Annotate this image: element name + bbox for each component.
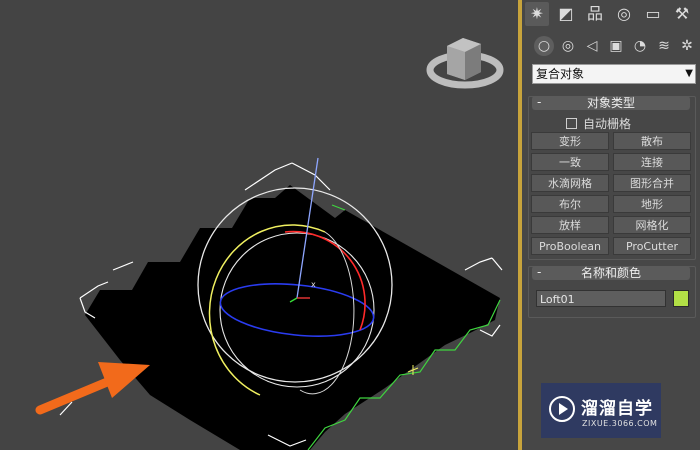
object-type-title: 对象类型 — [586, 96, 635, 110]
object-name-field[interactable]: Loft01 — [536, 290, 666, 307]
loft-button[interactable]: 放样 — [531, 216, 609, 234]
cameras-icon[interactable]: ▣ — [606, 36, 626, 56]
modify-tab[interactable]: ◩ — [554, 2, 578, 26]
geometry-icon[interactable]: ○ — [534, 36, 554, 56]
conform-button[interactable]: 一致 — [531, 153, 609, 171]
space-warps-icon[interactable]: ≋ — [654, 36, 674, 56]
lights-icon[interactable]: ◁ — [582, 36, 602, 56]
perspective-viewport[interactable]: x — [0, 0, 520, 450]
scatter-button[interactable]: 散布 — [613, 132, 691, 150]
orange-arrow-icon — [35, 362, 150, 415]
autogrid-label: 自动栅格 — [583, 117, 632, 131]
create-tab[interactable]: ✷ — [525, 2, 549, 26]
play-logo-icon — [549, 396, 575, 422]
loft-green-edges-2 — [331, 204, 346, 211]
motion-tab[interactable]: ◎ — [612, 2, 636, 26]
watermark-title: 溜溜自学 — [581, 399, 653, 419]
systems-icon[interactable]: ✲ — [677, 36, 697, 56]
shapemerge-button[interactable]: 图形合并 — [613, 174, 691, 192]
procutter-button[interactable]: ProCutter — [613, 237, 691, 255]
category-dropdown[interactable]: 复合对象 ▼ — [532, 64, 696, 84]
mesher-button[interactable]: 网格化 — [613, 216, 691, 234]
shapes-icon[interactable]: ◎ — [558, 36, 578, 56]
boolean-button[interactable]: 布尔 — [531, 195, 609, 213]
svg-text:x: x — [311, 280, 316, 289]
hierarchy-tab[interactable]: 品 — [583, 2, 607, 26]
proboolean-button[interactable]: ProBoolean — [531, 237, 609, 255]
blobmesh-button[interactable]: 水滴网格 — [531, 174, 609, 192]
autogrid-checkbox[interactable]: 自动栅格 — [566, 115, 631, 132]
checkbox-icon — [566, 118, 577, 129]
name-color-title: 名称和颜色 — [580, 266, 641, 280]
display-tab[interactable]: ▭ — [641, 2, 665, 26]
connect-button[interactable]: 连接 — [613, 153, 691, 171]
name-color-rollout-header[interactable]: - 名称和颜色 — [532, 265, 690, 280]
category-dropdown-value: 复合对象 — [536, 67, 585, 81]
morph-button[interactable]: 变形 — [531, 132, 609, 150]
watermark: 溜溜自学 ZIXUE.3066.COM — [541, 383, 661, 438]
object-type-rollout-header[interactable]: - 对象类型 — [532, 95, 690, 110]
terrain-button[interactable]: 地形 — [613, 195, 691, 213]
chevron-down-icon: ▼ — [685, 68, 693, 79]
object-color-swatch[interactable] — [673, 290, 689, 307]
helpers-icon[interactable]: ◔ — [630, 36, 650, 56]
watermark-url: ZIXUE.3066.COM — [582, 419, 658, 428]
utilities-tab[interactable]: ⚒ — [670, 2, 694, 26]
viewport-scene: x — [35, 38, 504, 450]
viewcube[interactable] — [426, 38, 504, 89]
